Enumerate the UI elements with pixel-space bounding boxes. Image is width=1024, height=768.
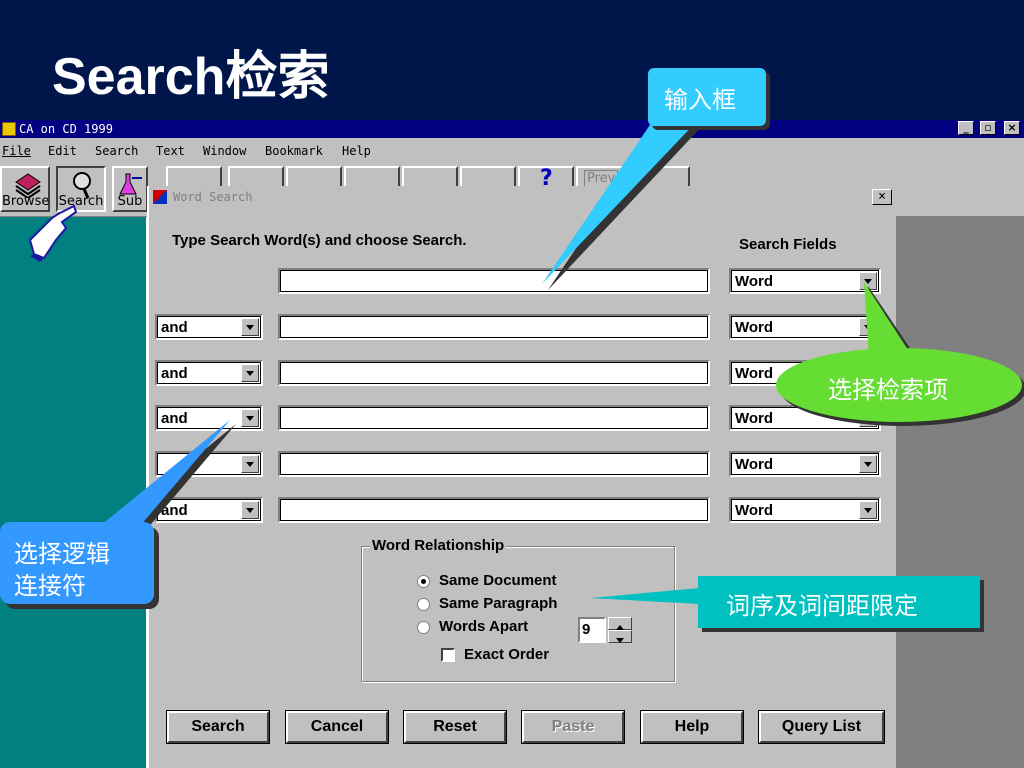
relation-callout-pointer <box>590 588 700 604</box>
callout-input-box: 输入框 <box>648 68 766 126</box>
operator-callout-pointer <box>100 420 230 526</box>
callout-word-relation-text: 词序及词间距限定 <box>726 592 918 620</box>
callout-input-box-text: 输入框 <box>664 86 736 114</box>
callout-select-operator: 选择逻辑 连接符 <box>0 522 154 604</box>
callout-select-field: 选择检索项 <box>776 348 1022 422</box>
callout-select-operator-text-1: 选择逻辑 <box>14 540 110 568</box>
callout-select-operator-text-2: 连接符 <box>14 572 86 600</box>
input-callout-pointer <box>542 116 700 284</box>
callout-word-relation: 词序及词间距限定 <box>698 576 980 628</box>
input-callout-pointer-shadow <box>548 120 706 290</box>
callout-select-field-text: 选择检索项 <box>828 376 948 404</box>
